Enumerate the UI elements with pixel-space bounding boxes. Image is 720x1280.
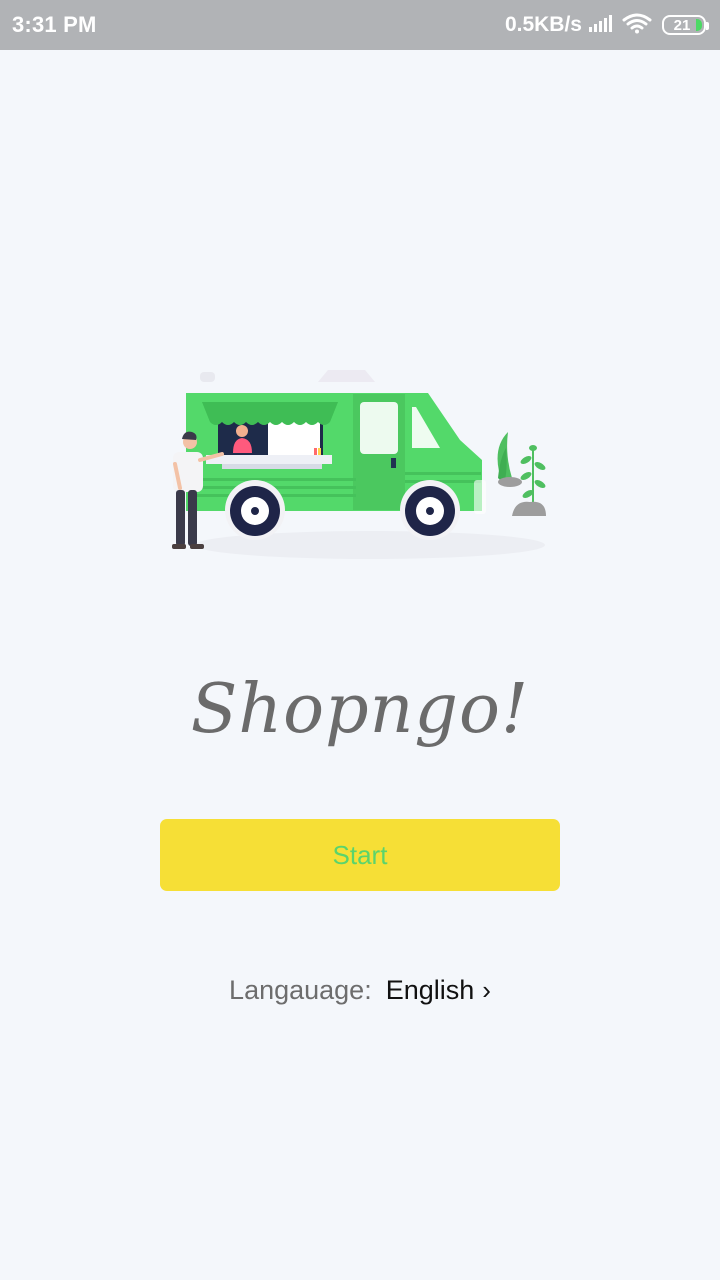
status-bar: 3:31 PM 0.5KB/s 21: [0, 0, 720, 50]
language-label: Langauage:: [229, 974, 372, 1005]
language-value: English: [385, 974, 475, 1005]
battery-tip: [706, 22, 709, 30]
language-selector[interactable]: English ›: [386, 975, 491, 1006]
network-speed: 0.5KB/s: [504, 13, 582, 36]
signal-icon: [588, 13, 616, 38]
wifi-icon: [622, 12, 652, 39]
battery-fill: [696, 19, 702, 31]
food-truck-illustration: [160, 360, 560, 570]
battery-icon: 21: [662, 15, 709, 35]
status-indicators: 0.5KB/s 21: [504, 12, 709, 39]
brand-title: Shopngo!: [190, 670, 530, 749]
status-time: 3:31 PM: [12, 12, 97, 37]
start-button[interactable]: Start: [160, 819, 560, 891]
battery-level: 21: [673, 16, 691, 34]
chevron-right-icon: ›: [482, 975, 491, 1005]
language-row: Langauage: English ›: [0, 968, 720, 1012]
